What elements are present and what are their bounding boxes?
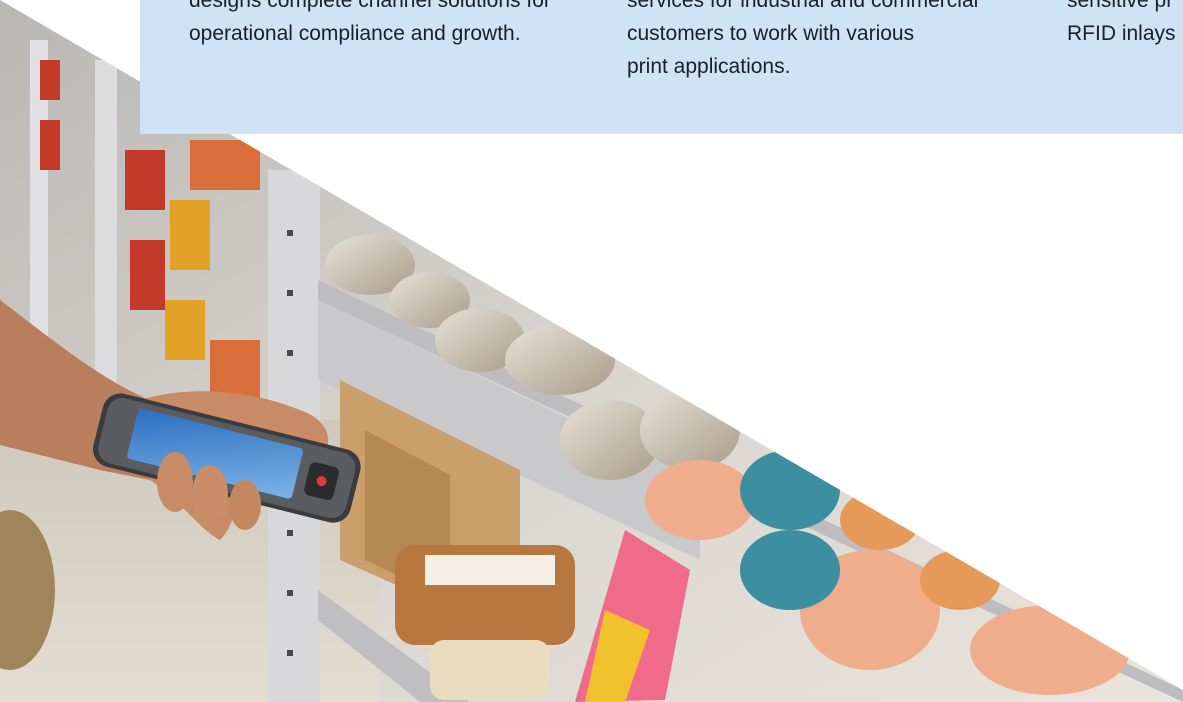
column-2-text: services for industrial and commercial c… (627, 0, 979, 78)
column-1-text: designs complete channel solutions for o… (189, 0, 551, 45)
column-3-text: sensitive pr RFID inlays (1067, 0, 1176, 45)
page: designs complete channel solutions for o… (0, 0, 1183, 702)
